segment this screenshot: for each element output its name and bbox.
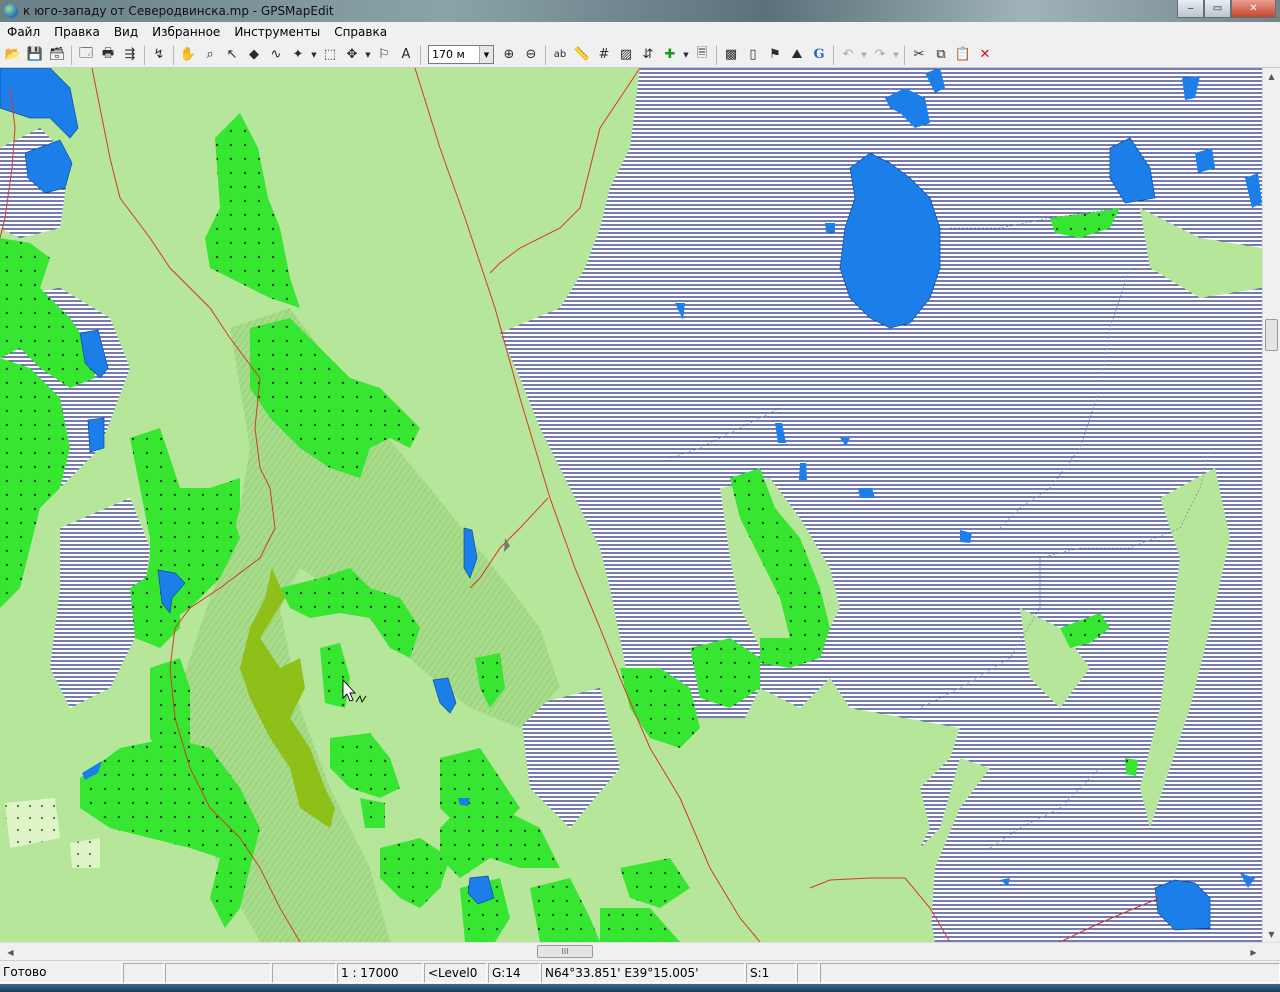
save-icon[interactable]: 💾 <box>24 44 46 66</box>
scroll-down-icon[interactable]: ▼ <box>1263 926 1280 942</box>
lake <box>799 463 807 480</box>
zoom-tool-icon[interactable]: ⌕ <box>199 44 221 66</box>
toolbar-separator <box>716 44 717 65</box>
menu-tools[interactable]: Инструменты <box>227 22 327 42</box>
layers-icon[interactable]: 🗏 <box>691 44 713 66</box>
polyline-tool-icon[interactable]: ∿ <box>265 44 287 66</box>
label-tool-icon[interactable]: A <box>395 44 417 66</box>
chevron-down-icon[interactable]: ▼ <box>479 46 493 63</box>
lake <box>825 223 835 233</box>
status-empty-cell <box>272 963 336 983</box>
clearing-area <box>70 838 100 868</box>
delete-icon[interactable]: ✕ <box>974 44 996 66</box>
toolbar-separator <box>545 44 546 65</box>
status-selection: S:1 <box>746 963 796 983</box>
zoom-select[interactable]: 170 м ▼ <box>428 45 494 64</box>
blank-page-icon[interactable]: ▯ <box>742 44 764 66</box>
app-icon <box>4 4 18 18</box>
open-icon[interactable]: 📂 <box>2 44 24 66</box>
dense-forest-area <box>1125 758 1138 776</box>
status-state: Готово <box>0 963 122 983</box>
redo-icon[interactable]: ↷ <box>869 44 891 66</box>
menu-file[interactable]: Файл <box>0 22 47 42</box>
window-title: к юго-западу от Северодвинска.mp - GPSMa… <box>23 4 334 18</box>
edit-nodes-icon[interactable]: ◆ <box>243 44 265 66</box>
toolbar-separator <box>904 44 905 65</box>
horizontal-scrollbar[interactable]: ◀ III ▶ <box>0 942 1280 960</box>
fill-pattern-icon[interactable]: ▨ <box>615 44 637 66</box>
properties-icon[interactable]: 🗔 <box>75 44 97 66</box>
menu-edit[interactable]: Правка <box>47 22 107 42</box>
google-icon[interactable]: G <box>808 44 830 66</box>
copy-icon[interactable]: ⧉ <box>930 44 952 66</box>
map-svg[interactable] <box>0 68 1262 942</box>
toolbar: 📂 💾 🗃 🗔 🖶 ⇶ ↯ ✋ ⌕ ↖ ◆ ∿ ✦ ▼ ⬚ ✥ ▼ ⚐ A 17… <box>0 42 1280 68</box>
scroll-right-icon[interactable]: ▶ <box>1245 944 1262 960</box>
status-bar: Готово 1 : 17000 <Level0 G:14 N64°33.851… <box>0 960 1280 984</box>
toolbar-separator <box>144 44 145 65</box>
chevron-down-icon[interactable]: ▼ <box>859 44 869 66</box>
zoom-out-icon[interactable]: ⊖ <box>520 44 542 66</box>
waypoint-icon[interactable]: ⚑ <box>764 44 786 66</box>
status-coordinates: N64°33.851' E39°15.005' <box>541 963 745 983</box>
minimize-button[interactable]: ‒ <box>1177 0 1204 18</box>
status-empty-cell <box>123 963 164 983</box>
move-tool-icon[interactable]: ✥ <box>341 44 363 66</box>
transform-icon[interactable]: ⇵ <box>637 44 659 66</box>
vertical-scroll-thumb[interactable] <box>1265 319 1278 351</box>
status-empty-cell <box>797 963 819 983</box>
maximize-button[interactable]: ▭ <box>1204 0 1231 18</box>
chevron-down-icon[interactable]: ▼ <box>681 44 691 66</box>
print-icon[interactable]: 🖶 <box>97 44 119 66</box>
menu-view[interactable]: Вид <box>107 22 145 42</box>
add-point-icon[interactable]: ⚐ <box>373 44 395 66</box>
route-icon[interactable]: ↯ <box>148 44 170 66</box>
horizontal-scroll-thumb[interactable]: III <box>537 945 593 958</box>
menu-favorites[interactable]: Избранное <box>145 22 227 42</box>
cut-icon[interactable]: ✂ <box>908 44 930 66</box>
grid-icon[interactable]: # <box>593 44 615 66</box>
hand-tool-icon[interactable]: ✋ <box>177 44 199 66</box>
vertical-scrollbar[interactable]: ▲ ▼ <box>1262 68 1280 942</box>
status-empty-cell <box>165 963 271 983</box>
add-node-icon[interactable]: ✚ <box>659 44 681 66</box>
status-empty-cell <box>820 963 1280 983</box>
chevron-down-icon[interactable]: ▼ <box>363 44 373 66</box>
title-bar: к юго-западу от Северодвинска.mp - GPSMa… <box>0 0 1280 22</box>
menu-bar: Файл Правка Вид Избранное Инструменты Сп… <box>0 22 1280 42</box>
toolbar-separator <box>420 44 421 65</box>
save-as-icon[interactable]: 🗃 <box>46 44 68 66</box>
toolbar-separator <box>173 44 174 65</box>
menu-help[interactable]: Справка <box>327 22 394 42</box>
undo-icon[interactable]: ↶ <box>837 44 859 66</box>
raster-map-icon[interactable]: ▩ <box>720 44 742 66</box>
magic-wand-icon[interactable]: ✦ <box>287 44 309 66</box>
chevron-down-icon[interactable]: ▼ <box>309 44 319 66</box>
toolbar-separator <box>833 44 834 65</box>
status-grid: G:14 <box>488 963 540 983</box>
toolbar-separator <box>71 44 72 65</box>
chevron-down-icon[interactable]: ▼ <box>891 44 901 66</box>
scroll-up-icon[interactable]: ▲ <box>1263 68 1280 84</box>
window-controls: ‒ ▭ ✕ <box>1177 0 1276 18</box>
status-level: <Level0 <box>424 963 487 983</box>
show-labels-icon[interactable]: ab <box>549 44 571 66</box>
lake <box>87 417 105 453</box>
status-scale: 1 : 17000 <box>337 963 423 983</box>
scroll-left-icon[interactable]: ◀ <box>2 944 19 960</box>
taskbar <box>0 984 1280 992</box>
select-tool-icon[interactable]: ↖ <box>221 44 243 66</box>
paste-icon[interactable]: 📋 <box>952 44 974 66</box>
import-icon[interactable]: ⇶ <box>119 44 141 66</box>
ruler-icon[interactable]: 📏 <box>571 44 593 66</box>
rect-select-icon[interactable]: ⬚ <box>319 44 341 66</box>
close-button[interactable]: ✕ <box>1231 0 1276 18</box>
track-icon[interactable]: ⛰ <box>786 44 808 66</box>
zoom-value: 170 м <box>432 48 465 61</box>
zoom-in-icon[interactable]: ⊕ <box>498 44 520 66</box>
map-canvas[interactable] <box>0 68 1262 942</box>
scroll-grip-icon: III <box>561 947 569 956</box>
